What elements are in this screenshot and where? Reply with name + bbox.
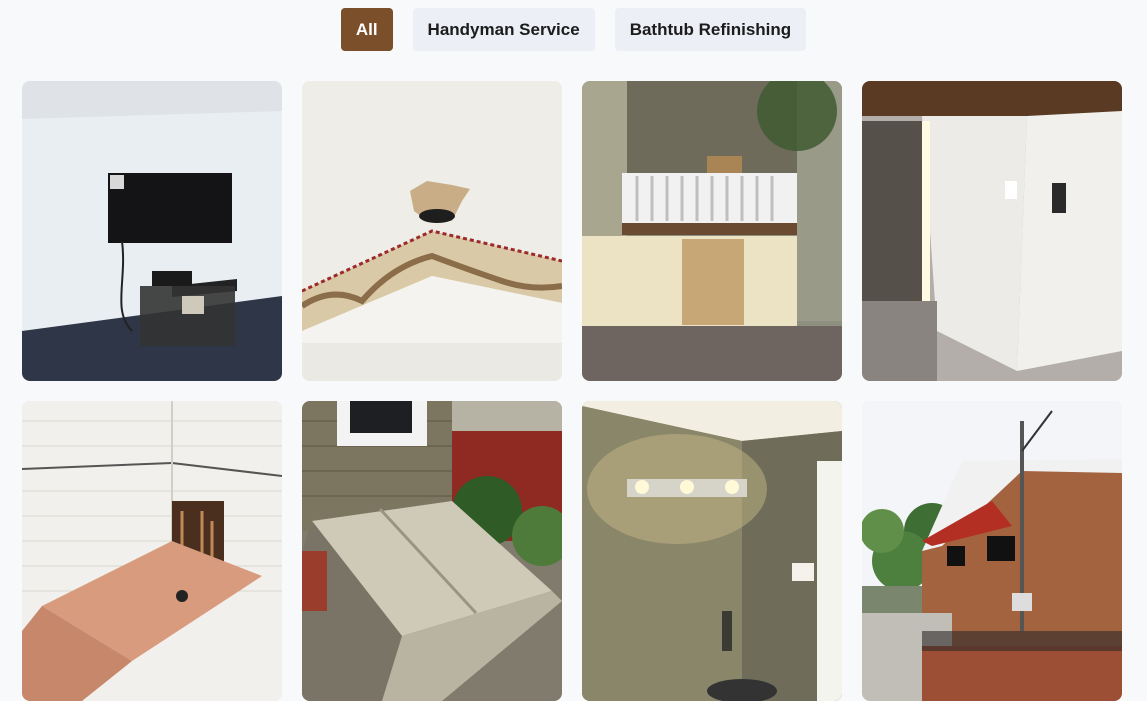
gallery-item-bathroom[interactable]	[22, 401, 282, 701]
basement-door-photo	[862, 81, 1122, 381]
gallery-item-vanity-light[interactable]	[582, 401, 842, 701]
vanity-light-photo	[582, 401, 842, 701]
filter-bar: All Handyman Service Bathtub Refinishing	[0, 8, 1147, 51]
cellar-door-photo	[302, 401, 562, 701]
gallery-item-cellar-door[interactable]	[302, 401, 562, 701]
gallery-item-brick-house[interactable]	[862, 401, 1122, 701]
filter-handyman-button[interactable]: Handyman Service	[412, 8, 595, 51]
brick-house-photo	[862, 401, 1122, 701]
filter-all-button[interactable]: All	[340, 8, 393, 51]
tiled-bathroom-photo	[22, 401, 282, 701]
gallery-item-tv-mount[interactable]	[22, 81, 282, 381]
tv-mount-room-photo	[22, 81, 282, 381]
gallery-item-basement-door[interactable]	[862, 81, 1122, 381]
gallery-item-ceiling-damage[interactable]	[302, 81, 562, 381]
porch-exterior-photo	[582, 81, 842, 381]
gallery-grid	[22, 81, 1122, 701]
gallery-item-porch[interactable]	[582, 81, 842, 381]
ceiling-damage-photo	[302, 81, 562, 381]
filter-bathtub-button[interactable]: Bathtub Refinishing	[614, 8, 807, 51]
